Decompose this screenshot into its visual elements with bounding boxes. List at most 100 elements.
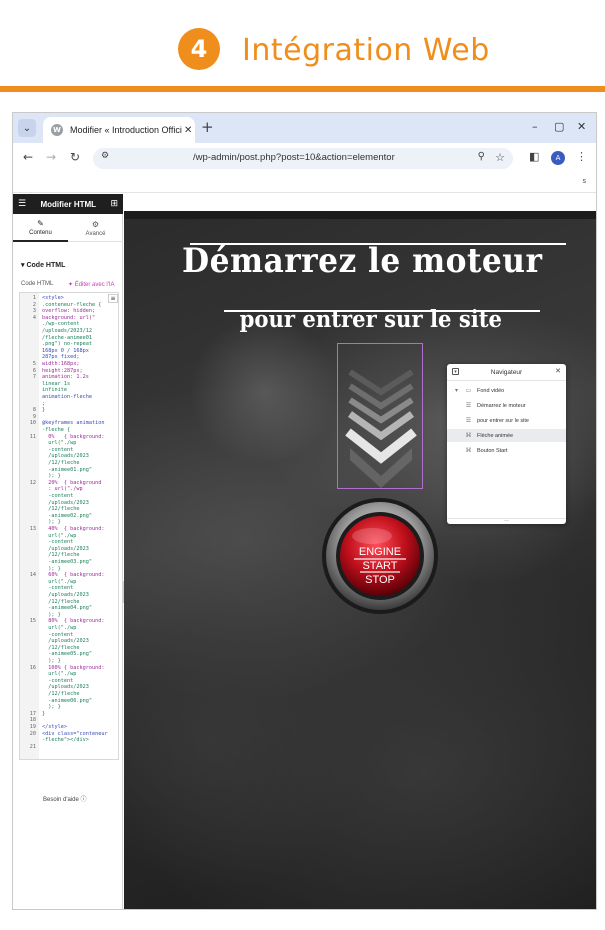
code-line[interactable]: 14 60% { background: — [20, 572, 118, 578]
widgets-grid-icon[interactable]: ⊞ — [110, 199, 118, 209]
code-line[interactable]: -content — [20, 678, 118, 684]
navigator-item-bouton-start[interactable]: ⌘ Bouton Start — [447, 444, 566, 457]
code-line[interactable]: ; — [20, 401, 118, 407]
code-line[interactable]: /12/fleche — [20, 599, 118, 605]
preview-canvas[interactable]: Démarrez le moteur pour entrer sur le si… — [124, 211, 596, 909]
code-line[interactable]: -animee06.png" — [20, 698, 118, 704]
code-line[interactable]: -content — [20, 493, 118, 499]
code-line[interactable]: 287px fixed; — [20, 354, 118, 360]
navigator-item-fond-video[interactable]: ▾ ▭ Fond vidéo — [447, 384, 566, 397]
code-line[interactable]: /fleche-animee01 — [20, 335, 118, 341]
code-line[interactable]: linear 1s — [20, 381, 118, 387]
url-text[interactable]: /wp-admin/post.php?post=10&action=elemen… — [193, 152, 395, 163]
code-line[interactable]: url("./wp — [20, 625, 118, 631]
code-line[interactable]: url("./wp — [20, 440, 118, 446]
code-line[interactable]: /12/fleche — [20, 645, 118, 651]
engine-start-button[interactable]: ENGINE START STOP — [320, 496, 440, 616]
code-line[interactable]: ./wp-content — [20, 321, 118, 327]
code-line[interactable]: /12/fleche — [20, 506, 118, 512]
code-line[interactable]: 6 height:287px; — [20, 368, 118, 374]
headline-demarrez[interactable]: Démarrez le moteur — [182, 241, 542, 281]
code-line[interactable]: url("./wp — [20, 579, 118, 585]
code-line[interactable]: 8} — [20, 407, 118, 413]
code-line[interactable]: -animee02.png" — [20, 513, 118, 519]
code-line[interactable]: ); } — [20, 566, 118, 572]
code-line[interactable]: 4 background: url(" — [20, 315, 118, 321]
code-line[interactable]: ); } — [20, 473, 118, 479]
code-line[interactable]: 168px 0 / 168px — [20, 348, 118, 354]
code-line[interactable]: /uploads/2023 — [20, 546, 118, 552]
code-line[interactable]: 9 — [20, 414, 118, 420]
new-tab-button[interactable]: + — [201, 118, 214, 136]
tab-avance[interactable]: ⚙ Avancé — [68, 214, 123, 242]
bookmark-star-icon[interactable]: ☆ — [495, 151, 505, 164]
code-line[interactable]: /12/fleche — [20, 460, 118, 466]
code-line[interactable]: 7 animation: 1.2s — [20, 374, 118, 380]
site-info-icon[interactable]: ⚙ — [97, 151, 113, 166]
help-link[interactable]: Besoin d'aide ⓘ — [43, 794, 87, 803]
code-line[interactable]: 21 — [20, 744, 118, 750]
subline-entrer[interactable]: pour entrer sur le site — [219, 306, 523, 333]
code-editor[interactable]: ≡ 1 <style> 2 .conteneur-fleche {3 overflow:… — [19, 292, 119, 760]
code-line[interactable]: -content — [20, 539, 118, 545]
side-panel-icon[interactable]: ◧ — [529, 150, 539, 163]
code-line[interactable]: /uploads/2023 — [20, 684, 118, 690]
animated-arrow-widget[interactable] — [337, 343, 423, 489]
code-line[interactable]: /uploads/2023 — [20, 638, 118, 644]
code-line[interactable]: 1 <style> — [20, 295, 118, 301]
navigator-close-icon[interactable]: ✕ — [555, 367, 561, 375]
tab-search-button[interactable]: ⌄ — [18, 119, 36, 137]
code-line[interactable]: ); } — [20, 612, 118, 618]
code-line[interactable]: /uploads/2023/12 — [20, 328, 118, 334]
code-line[interactable]: infinite — [20, 387, 118, 393]
code-line[interactable]: /12/fleche — [20, 691, 118, 697]
code-line[interactable]: -content — [20, 447, 118, 453]
code-line[interactable]: -fleche"></div> — [20, 737, 118, 743]
code-line[interactable]: -animee04.png" — [20, 605, 118, 611]
maximize-icon[interactable]: ▢ — [554, 120, 564, 133]
code-line[interactable]: 17} — [20, 711, 118, 717]
code-line[interactable]: /uploads/2023 — [20, 500, 118, 506]
menu-kebab-icon[interactable]: ⋮ — [576, 150, 587, 163]
code-line[interactable]: /uploads/2023 — [20, 453, 118, 459]
code-line[interactable]: : url("./wp — [20, 486, 118, 492]
code-line[interactable]: .png") no-repeat — [20, 341, 118, 347]
code-line[interactable]: url("./wp — [20, 671, 118, 677]
code-line[interactable]: ); } — [20, 658, 118, 664]
back-icon[interactable]: ← — [23, 150, 33, 164]
browser-tab[interactable]: W Modifier « Introduction Officin ✕ — [43, 117, 195, 143]
tab-contenu[interactable]: ✎ Contenu — [13, 214, 68, 242]
minimize-icon[interactable]: – — [532, 120, 538, 133]
tab-close-icon[interactable]: ✕ — [184, 125, 192, 136]
code-line[interactable]: -animee05.png" — [20, 651, 118, 657]
forward-icon[interactable]: → — [46, 150, 56, 164]
code-line[interactable]: animation-fleche — [20, 394, 118, 400]
navigator-resize-handle[interactable]: ⋯ — [447, 518, 566, 524]
code-line[interactable]: 19 </style> — [20, 724, 118, 730]
code-line[interactable]: url("./wp — [20, 533, 118, 539]
code-line[interactable]: 18 — [20, 717, 118, 723]
zoom-icon[interactable]: ⚲ — [478, 151, 485, 162]
section-code-html[interactable]: ▾ Code HTML — [21, 261, 65, 269]
navigator-item-demarrez[interactable]: ☰ Démarrez le moteur — [447, 399, 566, 412]
code-line[interactable]: -fleche { — [20, 427, 118, 433]
code-line[interactable]: 5 width:168px; — [20, 361, 118, 367]
code-line[interactable]: 11 0% { background: — [20, 434, 118, 440]
code-line[interactable]: 13 40% { background: — [20, 526, 118, 532]
code-line[interactable]: -animee01.png" — [20, 467, 118, 473]
code-line[interactable]: 16 100% { background: — [20, 665, 118, 671]
code-line[interactable]: -content — [20, 585, 118, 591]
code-line[interactable]: 2 .conteneur-fleche { — [20, 302, 118, 308]
code-line[interactable]: 15 80% { background: — [20, 618, 118, 624]
navigator-item-pour-entrer[interactable]: ☰ pour entrer sur le site — [447, 414, 566, 427]
code-line[interactable]: 12 20% { background — [20, 480, 118, 486]
code-line[interactable]: 20 <div class="conteneur — [20, 731, 118, 737]
navigator-item-fleche-animee[interactable]: ⌘ Flèche animée — [447, 429, 566, 442]
edit-with-ai-button[interactable]: ✦ Éditer avec l'IA — [68, 281, 115, 288]
code-line[interactable]: /uploads/2023 — [20, 592, 118, 598]
code-line[interactable]: -content — [20, 632, 118, 638]
omnibox[interactable]: ⚙ /wp-admin/post.php?post=10&action=elem… — [93, 148, 513, 169]
code-line[interactable]: /12/fleche — [20, 552, 118, 558]
code-line[interactable]: ); } — [20, 704, 118, 710]
window-close-icon[interactable]: ✕ — [577, 120, 586, 133]
